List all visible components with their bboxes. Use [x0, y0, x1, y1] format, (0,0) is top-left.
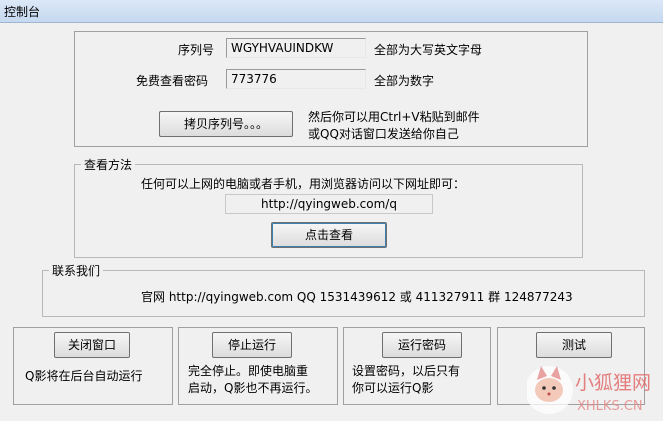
serial-field[interactable]: WGYHVAUINDKW — [226, 38, 366, 58]
watermark-cn-text: 小狐狸网 — [575, 372, 651, 394]
serial-hint: 全部为大写英文字母 — [374, 43, 483, 57]
watermark-en-text: XHLKS.CN — [577, 399, 643, 414]
watermark-logo: 小狐狸网 XHLKS.CN — [525, 358, 659, 418]
run-password-button[interactable]: 运行密码 — [382, 332, 462, 358]
stop-running-desc-line-1: 完全停止。即使电脑重 — [188, 364, 309, 378]
window-title: 控制台 — [4, 5, 41, 19]
contact-info: 官网 http://qyingweb.com QQ 1531439612 或 4… — [141, 290, 573, 304]
close-window-desc-line-1: Q影将在后台自动运行 — [25, 369, 143, 383]
view-url: http://qyingweb.com/q — [225, 194, 433, 214]
view-method-group: 查看方法 任何可以上网的电脑或者手机，用浏览器访问以下网址即可： http://… — [74, 156, 583, 258]
fox-logo-icon: 小狐狸网 XHLKS.CN — [525, 366, 651, 414]
contact-title: 联系我们 — [49, 262, 104, 279]
credentials-panel: 序列号 WGYHVAUINDKW 全部为大写英文字母 免费查看密码 773776… — [74, 31, 588, 147]
copy-hint-line-1: 然后你可以用Ctrl+V粘贴到邮件 — [308, 110, 480, 124]
stop-running-button[interactable]: 停止运行 — [212, 332, 292, 358]
copy-hint-line-2: 或QQ对话窗口发送给你自己 — [308, 127, 459, 141]
open-view-button[interactable]: 点击查看 — [271, 222, 387, 248]
view-method-title: 查看方法 — [81, 156, 136, 173]
close-window-desc: Q影将在后台自动运行 — [25, 368, 142, 385]
copy-hint: 然后你可以用Ctrl+V粘贴到邮件 或QQ对话窗口发送给你自己 — [308, 109, 480, 143]
close-window-button[interactable]: 关闭窗口 — [54, 332, 130, 358]
copy-serial-button[interactable]: 拷贝序列号。。。 — [159, 111, 293, 137]
password-field[interactable]: 773776 — [226, 69, 366, 89]
stop-running-panel: 停止运行 完全停止。即使电脑重 启动，Q影也不再运行。 — [178, 327, 338, 405]
run-password-panel: 运行密码 设置密码，以后只有 你可以运行Q影 — [343, 327, 491, 405]
run-password-desc-line-2: 你可以运行Q影 — [352, 381, 434, 395]
password-hint: 全部为数字 — [374, 74, 435, 88]
close-window-panel: 关闭窗口 Q影将在后台自动运行 — [13, 327, 173, 405]
password-label: 免费查看密码 — [136, 74, 209, 88]
stop-running-desc-line-2: 启动，Q影也不再运行。 — [188, 381, 318, 395]
view-instruction: 任何可以上网的电脑或者手机，用浏览器访问以下网址即可： — [141, 177, 466, 191]
serial-label: 序列号 — [178, 43, 215, 57]
test-button[interactable]: 测试 — [536, 332, 612, 358]
run-password-desc: 设置密码，以后只有 你可以运行Q影 — [352, 363, 460, 397]
contact-group: 联系我们 官网 http://qyingweb.com QQ 153143961… — [42, 262, 645, 317]
stop-running-desc: 完全停止。即使电脑重 启动，Q影也不再运行。 — [188, 363, 317, 397]
title-bar: 控制台 — [0, 0, 663, 23]
run-password-desc-line-1: 设置密码，以后只有 — [352, 364, 461, 378]
